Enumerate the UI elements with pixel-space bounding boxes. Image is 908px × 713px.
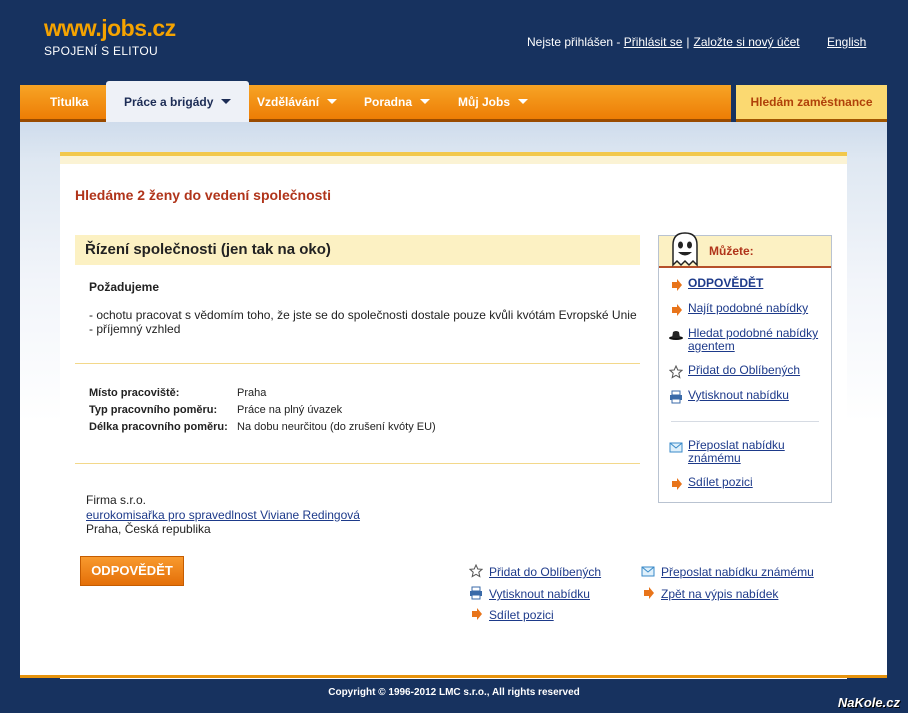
chevron-down-icon <box>420 99 431 104</box>
sidebar-share-link[interactable]: Sdílet pozici <box>688 476 753 489</box>
chevron-down-icon <box>518 99 529 104</box>
detail-key: Typ pracovního poměru: <box>89 404 218 416</box>
printer-icon <box>669 390 683 404</box>
detail-value: Praha <box>237 387 267 399</box>
detail-value: Na dobu neurčitou (do zrušení kvóty EU) <box>237 421 436 433</box>
star-icon <box>668 364 684 379</box>
forward-link[interactable]: Přeposlat nabídku známému <box>661 565 814 579</box>
sidebar-print-link[interactable]: Vytisknout nabídku <box>688 389 789 402</box>
arrow-right-icon <box>669 477 683 491</box>
sidebar-find-similar[interactable]: Najít podobné nabídky <box>669 302 808 317</box>
sidebar-agent-search[interactable]: Hledat podobné nabídky agentem <box>669 327 819 353</box>
star-icon <box>468 563 484 578</box>
logo-tagline: SPOJENÍ S ELITOU <box>44 44 158 58</box>
page-area: Hledáme 2 ženy do vedení společnosti Říz… <box>20 122 887 679</box>
sidebar-share[interactable]: Sdílet pozici <box>669 476 753 491</box>
agent-hat-icon <box>669 328 683 342</box>
requirement-item: - příjemný vzhled <box>89 322 181 336</box>
ghost-mascot-icon <box>669 231 701 270</box>
nav-titulka[interactable]: Titulka <box>50 85 88 119</box>
detail-row: Místo pracoviště: Praha <box>89 387 436 404</box>
reply-button[interactable]: ODPOVĚDĚT <box>80 556 184 586</box>
sidebar-favorite[interactable]: Přidat do Oblíbených <box>668 364 800 379</box>
nav-muj-jobs[interactable]: Můj Jobs <box>458 85 529 119</box>
job-details-table: Místo pracoviště: Praha Typ pracovního po… <box>89 387 436 438</box>
sidebar-favorite-link[interactable]: Přidat do Oblíbených <box>688 364 800 377</box>
requirements-label: Požadujeme <box>89 280 160 294</box>
add-favorite-link[interactable]: Přidat do Oblíbených <box>489 565 601 579</box>
divider <box>75 463 640 464</box>
actions-sidebar: Můžete: ODPOVĚDĚT Najít podobné nabídky … <box>658 232 832 503</box>
sidebar-heading: Můžete: <box>709 244 754 258</box>
section-heading: Řízení společnosti (jen tak na oko) <box>75 235 640 265</box>
login-status: Nejste přihlášen - <box>527 35 624 49</box>
main-nav: Titulka Práce a brigády Vzdělávání Porad… <box>20 81 731 122</box>
nav-label: Můj Jobs <box>458 95 511 109</box>
company-location: Praha, Česká republika <box>86 522 211 536</box>
site-logo[interactable]: www.jobs.cz SPOJENÍ S ELITOU <box>44 14 176 58</box>
sidebar-forward[interactable]: Přeposlat nabídku známému <box>669 439 819 465</box>
sidebar-reply[interactable]: ODPOVĚDĚT <box>669 277 763 292</box>
sidebar-reply-link[interactable]: ODPOVĚDĚT <box>688 277 763 290</box>
detail-key: Místo pracoviště: <box>89 387 180 399</box>
register-link[interactable]: Založte si nový účet <box>694 35 800 49</box>
logo-name: www.jobs.cz <box>44 15 176 41</box>
nav-prace-a-brigady[interactable]: Práce a brigády <box>106 81 250 122</box>
detail-row: Typ pracovního poměru: Práce na plný úvaz… <box>89 404 436 421</box>
arrow-right-icon <box>669 278 683 292</box>
add-favorite-action[interactable]: Přidat do Oblíbených <box>468 563 601 579</box>
sidebar-print[interactable]: Vytisknout nabídku <box>669 389 789 404</box>
nav-label: Vzdělávání <box>257 95 320 109</box>
contact-link[interactable]: eurokomisařka pro spravedlnost Viviane R… <box>86 508 360 522</box>
printer-icon <box>469 586 483 600</box>
separator: | <box>686 35 690 49</box>
sidebar-find-similar-link[interactable]: Najít podobné nabídky <box>688 302 808 315</box>
forward-mail-icon <box>669 440 683 454</box>
chevron-down-icon <box>327 99 338 104</box>
nav-vzdelavani[interactable]: Vzdělávání <box>257 85 338 119</box>
employer-button[interactable]: Hledám zaměstnance <box>736 85 887 122</box>
back-to-list-action[interactable]: Zpět na výpis nabídek <box>641 586 778 601</box>
requirements-list: - ochotu pracovat s vědomím toho, že jst… <box>89 308 637 336</box>
share-link[interactable]: Sdílet pozici <box>489 608 554 622</box>
arrow-right-icon <box>669 303 683 317</box>
nav-poradna[interactable]: Poradna <box>364 85 431 119</box>
sidebar-forward-link[interactable]: Přeposlat nabídku známému <box>688 439 819 465</box>
watermark: NaKole.cz <box>837 695 900 710</box>
forward-action[interactable]: Přeposlat nabídku známému <box>641 564 814 579</box>
detail-value: Práce na plný úvazek <box>237 404 343 416</box>
print-action[interactable]: Vytisknout nabídku <box>469 586 590 601</box>
share-action[interactable]: Sdílet pozici <box>469 607 554 622</box>
chevron-down-icon <box>221 99 232 104</box>
job-title: Hledáme 2 ženy do vedení společnosti <box>75 187 331 203</box>
user-bar: Nejste přihlášen - Přihlásit se | Založte … <box>527 35 800 49</box>
footer-line <box>20 675 887 678</box>
back-to-list-link[interactable]: Zpět na výpis nabídek <box>661 587 778 601</box>
arrow-right-icon <box>469 607 483 621</box>
section-title: Řízení společnosti (jen tak na oko) <box>85 241 331 258</box>
requirement-item: - ochotu pracovat s vědomím toho, že jst… <box>89 308 637 322</box>
sidebar-divider <box>671 421 819 422</box>
job-card: Hledáme 2 ženy do vedení společnosti Říz… <box>60 152 847 679</box>
nav-label: Titulka <box>50 95 89 109</box>
forward-mail-icon <box>641 564 655 578</box>
sidebar-agent-search-link[interactable]: Hledat podobné nabídky agentem <box>688 327 819 353</box>
copyright: Copyright © 1996-2012 LMC s.r.o., All ri… <box>328 687 580 698</box>
arrow-right-icon <box>641 586 655 600</box>
language-link[interactable]: English <box>827 35 866 49</box>
nav-label: Poradna <box>364 95 413 109</box>
detail-key: Délka pracovního poměru: <box>89 421 228 433</box>
card-strip <box>60 156 847 164</box>
login-link[interactable]: Přihlásit se <box>624 35 683 49</box>
company-name: Firma s.r.o. <box>86 493 147 507</box>
company-info: Firma s.r.o. eurokomisařka pro spravedln… <box>86 493 360 537</box>
nav-label: Práce a brigády <box>124 95 214 109</box>
detail-row: Délka pracovního poměru: Na dobu neurčito… <box>89 421 436 438</box>
divider <box>75 363 640 364</box>
sidebar-header: Můžete: <box>659 232 831 268</box>
print-link[interactable]: Vytisknout nabídku <box>489 587 590 601</box>
